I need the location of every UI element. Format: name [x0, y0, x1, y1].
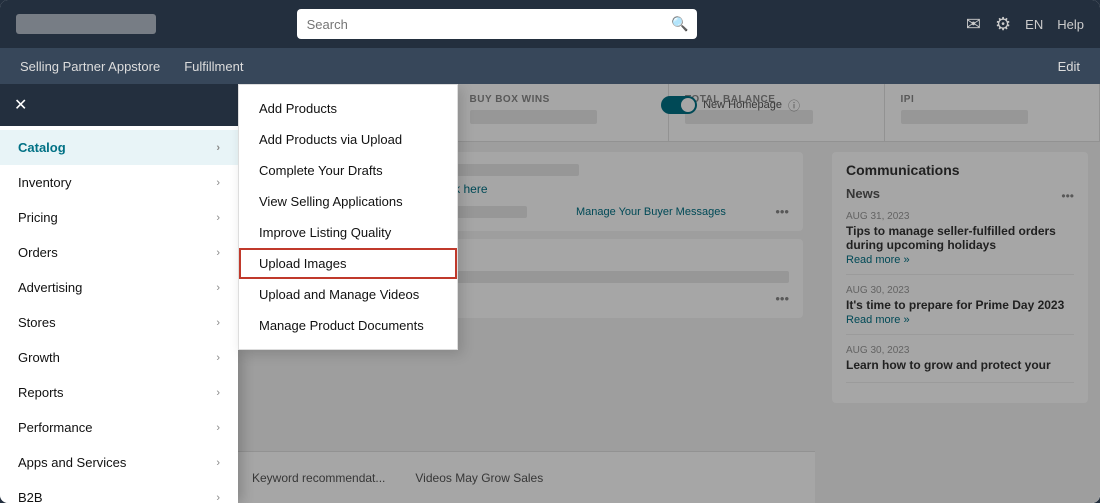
search-container: 🔍 — [297, 9, 697, 39]
sidebar-item-label-catalog: Catalog — [18, 140, 66, 155]
sidebar-item-orders[interactable]: Orders › — [0, 235, 238, 270]
sidebar-item-performance[interactable]: Performance › — [0, 410, 238, 445]
sidebar-item-stores[interactable]: Stores › — [0, 305, 238, 340]
sidebar-header: ✕ — [0, 84, 238, 126]
sidebar-item-growth[interactable]: Growth › — [0, 340, 238, 375]
sidebar-item-reports[interactable]: Reports › — [0, 375, 238, 410]
chevron-right-icon-orders: › — [216, 247, 220, 259]
main-content: BUYER MESSAGES BUY BOX WINS TOTAL BALANC… — [0, 84, 1100, 503]
chevron-right-icon-reports: › — [216, 387, 220, 399]
brand-logo — [16, 14, 156, 34]
sidebar-item-label-stores: Stores — [18, 315, 56, 330]
subnav: Selling Partner Appstore Fulfillment Edi… — [0, 48, 1100, 84]
chevron-right-icon-catalog: › — [216, 142, 220, 154]
sidebar-item-inventory[interactable]: Inventory › — [0, 165, 238, 200]
dropdown-item-add-via-upload[interactable]: Add Products via Upload — [239, 124, 457, 155]
navbar-right: ✉ ⚙ EN Help — [966, 14, 1084, 35]
sidebar-item-label-growth: Growth — [18, 350, 60, 365]
language-selector[interactable]: EN — [1025, 17, 1043, 32]
sidebar-item-pricing[interactable]: Pricing › — [0, 200, 238, 235]
screen: 🔍 ✉ ⚙ EN Help Selling Partner Appstore F… — [0, 0, 1100, 503]
navbar-logo — [16, 14, 156, 34]
subnav-item-fulfillment[interactable]: Fulfillment — [184, 59, 243, 74]
sidebar-item-advertising[interactable]: Advertising › — [0, 270, 238, 305]
chevron-right-icon-stores: › — [216, 317, 220, 329]
chevron-right-icon-advertising: › — [216, 282, 220, 294]
dropdown-item-add-products[interactable]: Add Products — [239, 93, 457, 124]
dropdown-item-manage-documents[interactable]: Manage Product Documents — [239, 310, 457, 341]
dropdown-item-improve-listing[interactable]: Improve Listing Quality — [239, 217, 457, 248]
sidebar: ✕ Catalog › Inventory › Pricing › Orders… — [0, 84, 238, 503]
navbar: 🔍 ✉ ⚙ EN Help — [0, 0, 1100, 48]
sidebar-item-b2b[interactable]: B2B › — [0, 480, 238, 503]
chevron-right-icon-apps: › — [216, 457, 220, 469]
search-input[interactable] — [297, 9, 697, 39]
settings-icon[interactable]: ⚙ — [995, 14, 1011, 35]
sidebar-item-label-advertising: Advertising — [18, 280, 82, 295]
sidebar-item-label-apps: Apps and Services — [18, 455, 126, 470]
mail-icon[interactable]: ✉ — [966, 14, 981, 35]
subnav-edit[interactable]: Edit — [1058, 59, 1080, 74]
chevron-right-icon-inventory: › — [216, 177, 220, 189]
sidebar-item-label-orders: Orders — [18, 245, 58, 260]
sidebar-item-catalog[interactable]: Catalog › — [0, 130, 238, 165]
subnav-item-appstore[interactable]: Selling Partner Appstore — [20, 59, 160, 74]
chevron-right-icon-pricing: › — [216, 212, 220, 224]
sidebar-item-label-pricing: Pricing — [18, 210, 58, 225]
sidebar-item-label-b2b: B2B — [18, 490, 43, 503]
dropdown-item-complete-drafts[interactable]: Complete Your Drafts — [239, 155, 457, 186]
catalog-dropdown: Add Products Add Products via Upload Com… — [238, 84, 458, 350]
chevron-right-icon-performance: › — [216, 422, 220, 434]
dropdown-item-upload-images[interactable]: Upload Images — [239, 248, 457, 279]
sidebar-item-label-performance: Performance — [18, 420, 92, 435]
dropdown-item-view-applications[interactable]: View Selling Applications — [239, 186, 457, 217]
chevron-right-icon-b2b: › — [216, 492, 220, 503]
help-link[interactable]: Help — [1057, 17, 1084, 32]
chevron-right-icon-growth: › — [216, 352, 220, 364]
sidebar-item-label-reports: Reports — [18, 385, 64, 400]
sidebar-item-apps[interactable]: Apps and Services › — [0, 445, 238, 480]
close-icon[interactable]: ✕ — [14, 95, 27, 115]
sidebar-items: Catalog › Inventory › Pricing › Orders ›… — [0, 126, 238, 503]
sidebar-item-label-inventory: Inventory — [18, 175, 71, 190]
dropdown-item-upload-videos[interactable]: Upload and Manage Videos — [239, 279, 457, 310]
search-icon: 🔍 — [671, 16, 688, 33]
